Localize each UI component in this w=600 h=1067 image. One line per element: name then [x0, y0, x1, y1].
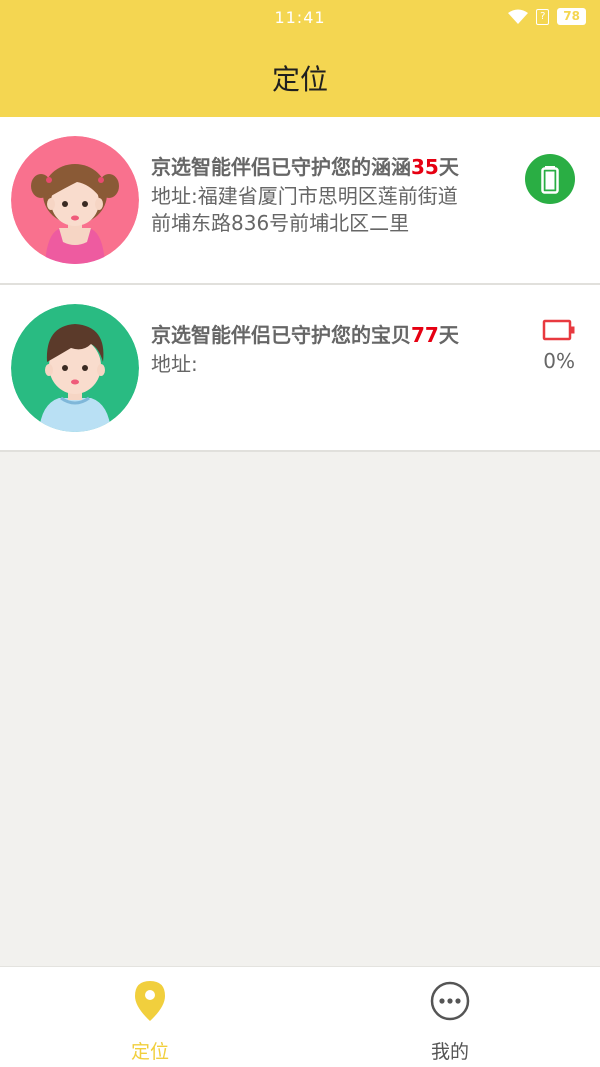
guard-headline: 京选智能伴侣已守护您的宝贝77天: [151, 321, 521, 349]
device-address: 地址:福建省厦门市思明区莲前街道 前埔东路836号前埔北区二里: [151, 183, 521, 237]
device-address: 地址:: [151, 351, 521, 378]
device-info: 京选智能伴侣已守护您的涵涵35天 地址:福建省厦门市思明区莲前街道 前埔东路83…: [151, 153, 521, 237]
device-list: 京选智能伴侣已守护您的涵涵35天 地址:福建省厦门市思明区莲前街道 前埔东路83…: [0, 117, 600, 452]
tab-location[interactable]: 定位: [0, 967, 300, 1067]
battery-empty-icon: [542, 318, 576, 346]
status-icons: ? 78: [508, 8, 586, 25]
status-bar: 11:41 ? 78: [0, 0, 600, 36]
address-line-1: 地址:: [151, 352, 198, 376]
address-line-2: 前埔东路836号前埔北区二里: [151, 211, 410, 235]
guard-headline: 京选智能伴侣已守护您的涵涵35天: [151, 153, 521, 181]
battery-full-icon: [525, 154, 575, 204]
headline-suffix: 天: [438, 155, 459, 179]
tab-mine[interactable]: 我的: [300, 967, 600, 1067]
battery-percent: 0%: [543, 349, 575, 373]
device-card[interactable]: 京选智能伴侣已守护您的涵涵35天 地址:福建省厦门市思明区莲前街道 前埔东路83…: [0, 117, 600, 285]
guard-days: 77: [411, 323, 439, 347]
guard-days: 35: [411, 155, 439, 179]
tab-location-label: 定位: [130, 1041, 169, 1063]
more-circle-icon: [430, 981, 470, 1021]
battery-status-icon: 78: [557, 8, 586, 25]
device-info: 京选智能伴侣已守护您的宝贝77天 地址:: [151, 321, 521, 378]
device-card[interactable]: 京选智能伴侣已守护您的宝贝77天 地址: 0%: [0, 285, 600, 452]
headline-prefix: 京选智能伴侣已守护您的宝贝: [151, 323, 411, 347]
tab-mine-label: 我的: [430, 1041, 469, 1063]
bottom-tab-bar: 定位 我的: [0, 966, 600, 1067]
sim-icon: ?: [536, 8, 550, 25]
girl-avatar: [11, 136, 139, 264]
boy-avatar: [11, 304, 139, 432]
headline-prefix: 京选智能伴侣已守护您的涵涵: [151, 155, 411, 179]
location-pin-icon: [135, 981, 165, 1021]
app-header: 11:41 ? 78 定位: [0, 0, 600, 117]
headline-suffix: 天: [438, 323, 459, 347]
wifi-icon: [508, 9, 529, 24]
page-title: 定位: [271, 63, 328, 96]
address-line-1: 地址:福建省厦门市思明区莲前街道: [151, 184, 458, 208]
